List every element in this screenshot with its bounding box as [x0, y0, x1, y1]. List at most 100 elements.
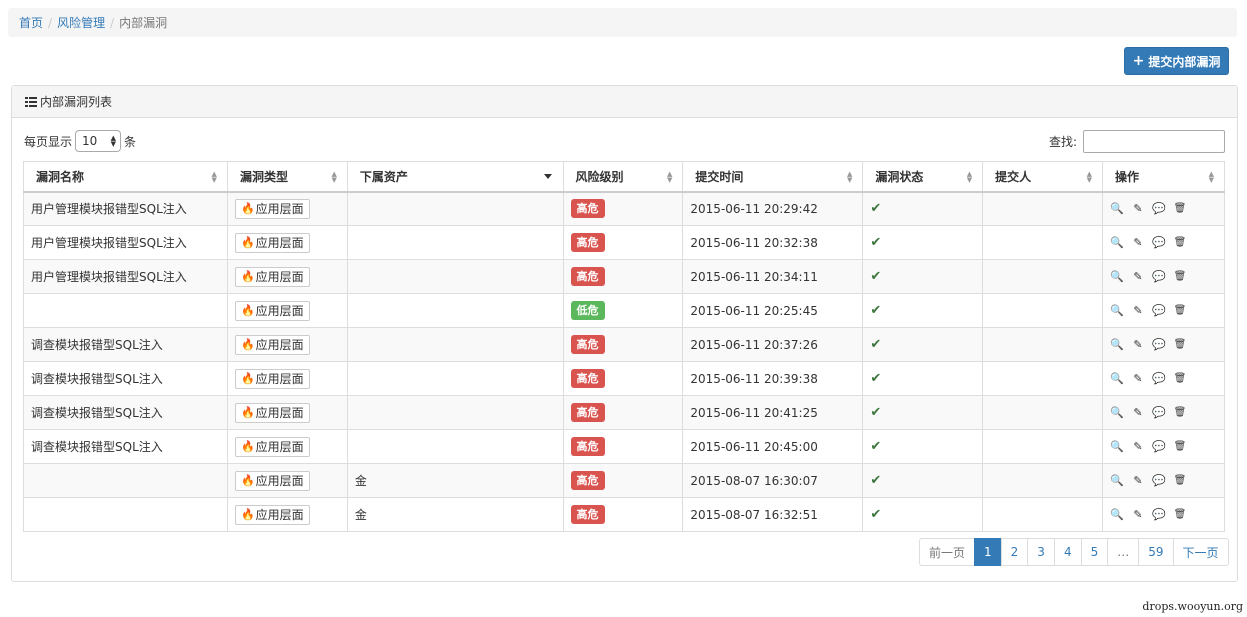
cell-status: ✔ — [862, 463, 984, 498]
prev-page-button[interactable]: 前一页 — [919, 538, 976, 566]
edit-icon[interactable]: ✎ — [1131, 406, 1145, 419]
comment-icon[interactable]: 💬 — [1152, 440, 1166, 453]
cell-actions: 🔍 ✎ 💬 🗑 — [1102, 327, 1225, 362]
trash-icon[interactable]: 🗑 — [1173, 203, 1187, 214]
fire-icon: 🔥 — [240, 406, 255, 419]
sort-icon: ▲ ▼ — [1086, 170, 1093, 184]
watermark: drops.wooyun.org — [1142, 600, 1243, 613]
trash-icon[interactable]: 🗑 — [1173, 339, 1187, 350]
cell-time: 2015-06-11 20:45:00 — [682, 429, 864, 464]
last-page-button[interactable]: 59 — [1138, 538, 1174, 566]
table-row: 用户管理模块报错型SQL注入 🔥 应用层面 高危 2015-06-11 20:34:11… — [23, 259, 1225, 294]
edit-icon[interactable]: ✎ — [1131, 338, 1145, 351]
page-3-button[interactable]: 3 — [1027, 538, 1055, 566]
edit-icon[interactable]: ✎ — [1131, 270, 1145, 283]
comment-icon[interactable]: 💬 — [1152, 270, 1166, 283]
comment-icon[interactable]: 💬 — [1152, 508, 1166, 521]
comment-icon[interactable]: 💬 — [1152, 406, 1166, 419]
search-icon[interactable]: 🔍 — [1110, 372, 1124, 385]
edit-icon[interactable]: ✎ — [1131, 440, 1145, 453]
page-length-value: 10 — [82, 134, 98, 148]
type-button[interactable]: 🔥 应用层面 — [234, 232, 310, 253]
search-icon[interactable]: 🔍 — [1110, 236, 1124, 249]
cell-risk: 高危 — [562, 497, 684, 532]
col-header-risk[interactable]: 风险级别 ▲ ▼ — [562, 161, 684, 193]
col-header-asset[interactable]: 下属资产 — [346, 161, 564, 193]
trash-icon[interactable]: 🗑 — [1173, 271, 1187, 282]
search-icon[interactable]: 🔍 — [1110, 270, 1124, 283]
trash-icon[interactable]: 🗑 — [1173, 373, 1187, 384]
edit-icon[interactable]: ✎ — [1131, 474, 1145, 487]
col-header-type[interactable]: 漏洞类型 ▲ ▼ — [226, 161, 348, 193]
search-input[interactable] — [1083, 130, 1225, 153]
type-label: 应用层面 — [255, 440, 304, 454]
type-button[interactable]: 🔥 应用层面 — [234, 368, 310, 389]
comment-icon[interactable]: 💬 — [1152, 474, 1166, 487]
trash-icon[interactable]: 🗑 — [1173, 407, 1187, 418]
cell-asset: 金 — [346, 463, 564, 498]
edit-icon[interactable]: ✎ — [1131, 304, 1145, 317]
trash-icon[interactable]: 🗑 — [1173, 441, 1187, 452]
search-icon[interactable]: 🔍 — [1110, 304, 1124, 317]
row-actions: 🔍 ✎ 💬 🗑 — [1110, 338, 1217, 351]
col-header-status[interactable]: 漏洞状态 ▲ ▼ — [862, 161, 984, 193]
breadcrumb-home-link[interactable]: 首页 — [19, 14, 43, 31]
type-button[interactable]: 🔥 应用层面 — [234, 266, 310, 287]
cell-actions: 🔍 ✎ 💬 🗑 — [1102, 293, 1225, 328]
search-icon[interactable]: 🔍 — [1110, 406, 1124, 419]
type-button[interactable]: 🔥 应用层面 — [234, 470, 310, 491]
submit-internal-vuln-button[interactable]: + 提交内部漏洞 — [1124, 47, 1229, 75]
edit-icon[interactable]: ✎ — [1131, 202, 1145, 215]
page-length-prefix: 每页显示 — [24, 134, 73, 149]
col-header-actions[interactable]: 操作 ▲ ▼ — [1102, 161, 1225, 193]
trash-icon[interactable]: 🗑 — [1173, 509, 1187, 520]
breadcrumb-risk-management-link[interactable]: 风险管理 — [57, 14, 105, 31]
comment-icon[interactable]: 💬 — [1152, 304, 1166, 317]
comment-icon[interactable]: 💬 — [1152, 202, 1166, 215]
cell-name — [23, 497, 228, 532]
page-5-button[interactable]: 5 — [1080, 538, 1109, 566]
col-header-name[interactable]: 漏洞名称 ▲ ▼ — [23, 161, 228, 193]
edit-icon[interactable]: ✎ — [1131, 508, 1145, 521]
check-icon: ✔ — [870, 439, 882, 454]
cell-risk: 高危 — [562, 259, 684, 294]
comment-icon[interactable]: 💬 — [1152, 338, 1166, 351]
cell-risk: 高危 — [562, 463, 684, 498]
cell-actions: 🔍 ✎ 💬 🗑 — [1102, 191, 1225, 226]
comment-icon[interactable]: 💬 — [1152, 372, 1166, 385]
col-header-submitter[interactable]: 提交人 ▲ ▼ — [982, 161, 1104, 193]
search-icon[interactable]: 🔍 — [1110, 474, 1124, 487]
table-row: 🔥 应用层面 低危 2015-06-11 20:25:45 ✔ 🔍 ✎ 💬 🗑 — [23, 293, 1225, 328]
trash-icon[interactable]: 🗑 — [1173, 237, 1187, 248]
cell-time: 2015-06-11 20:41:25 — [682, 395, 864, 430]
search-icon[interactable]: 🔍 — [1110, 508, 1124, 521]
search-icon[interactable]: 🔍 — [1110, 338, 1124, 351]
trash-icon[interactable]: 🗑 — [1173, 475, 1187, 486]
search-icon[interactable]: 🔍 — [1110, 202, 1124, 215]
type-label: 应用层面 — [255, 474, 304, 488]
type-button[interactable]: 🔥 应用层面 — [234, 504, 310, 525]
page-length-select[interactable]: 10 ▲ ▼ — [75, 130, 122, 152]
cell-actions: 🔍 ✎ 💬 🗑 — [1102, 429, 1225, 464]
type-button[interactable]: 🔥 应用层面 — [234, 198, 310, 219]
type-button[interactable]: 🔥 应用层面 — [234, 334, 310, 355]
page-1-button[interactable]: 1 — [974, 538, 1002, 566]
table-row: 🔥 应用层面 金高危 2015-08-07 16:32:51 ✔ 🔍 ✎ 💬 🗑 — [23, 497, 1225, 532]
edit-icon[interactable]: ✎ — [1131, 372, 1145, 385]
trash-icon[interactable]: 🗑 — [1173, 305, 1187, 316]
type-button[interactable]: 🔥 应用层面 — [234, 300, 310, 321]
type-label: 应用层面 — [255, 236, 304, 250]
page-2-button[interactable]: 2 — [1000, 538, 1029, 566]
comment-icon[interactable]: 💬 — [1152, 236, 1166, 249]
type-label: 应用层面 — [255, 338, 304, 352]
type-button[interactable]: 🔥 应用层面 — [234, 402, 310, 423]
edit-icon[interactable]: ✎ — [1131, 236, 1145, 249]
risk-badge: 高危 — [570, 233, 605, 252]
next-page-button[interactable]: 下一页 — [1172, 538, 1229, 566]
col-header-time[interactable]: 提交时间 ▲ ▼ — [682, 161, 864, 193]
type-label: 应用层面 — [255, 406, 304, 420]
type-button[interactable]: 🔥 应用层面 — [234, 436, 310, 457]
search-icon[interactable]: 🔍 — [1110, 440, 1124, 453]
page-4-button[interactable]: 4 — [1053, 538, 1082, 566]
pagination-ellipsis: … — [1107, 538, 1140, 566]
